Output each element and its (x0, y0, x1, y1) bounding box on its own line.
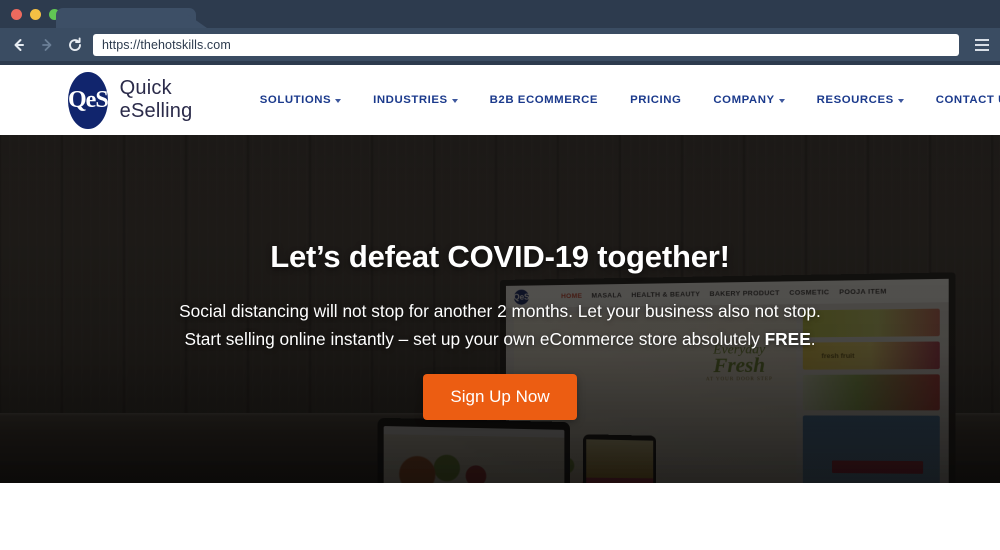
close-window-button[interactable] (11, 9, 22, 20)
chevron-down-icon (451, 99, 458, 103)
hero-section: QeS HOME MASALA HEALTH & BEAUTY BAKERY P… (0, 135, 1000, 483)
browser-titlebar (0, 0, 1000, 28)
nav-label: B2B ECOMMERCE (489, 94, 599, 106)
nav-item-solutions[interactable]: SOLUTIONS (244, 94, 357, 106)
chevron-down-icon (335, 99, 342, 103)
nav-item-contact-us[interactable]: CONTACT US (920, 94, 1000, 106)
main-navigation: SOLUTIONS INDUSTRIES B2B ECOMMERCE PRICI… (244, 94, 1000, 106)
browser-tab[interactable] (56, 8, 196, 28)
nav-label: COMPANY (713, 94, 775, 106)
hero-subtext-line1: Social distancing will not stop for anot… (179, 301, 821, 321)
site-header: QeS Quick eSelling SOLUTIONS INDUSTRIES … (0, 65, 1000, 135)
nav-label: INDUSTRIES (373, 94, 448, 106)
page-below-fold (0, 483, 1000, 550)
nav-item-company[interactable]: COMPANY (697, 94, 800, 106)
hero-subtext-line2-a: Start selling online instantly – set up … (184, 329, 765, 350)
hero-content: Let’s defeat COVID-19 together! Social d… (0, 135, 1000, 421)
reload-icon[interactable] (67, 36, 83, 53)
nav-item-resources[interactable]: RESOURCES (801, 94, 920, 106)
minimize-window-button[interactable] (30, 9, 41, 20)
browser-window: https://thehotskills.com QeS Quick eSell… (0, 0, 1000, 550)
forward-arrow-icon[interactable] (39, 37, 55, 53)
nav-label: SOLUTIONS (259, 94, 332, 106)
logo-mark-icon: QeS (68, 71, 109, 129)
nav-label: CONTACT US (935, 94, 1000, 106)
hero-subtext-free: FREE (764, 329, 811, 350)
nav-label: PRICING (630, 94, 682, 106)
nav-label: RESOURCES (816, 94, 894, 106)
back-arrow-icon[interactable] (11, 37, 27, 53)
navigation-buttons (11, 36, 83, 53)
brand-name: Quick eSelling (119, 77, 193, 122)
web-page: QeS Quick eSelling SOLUTIONS INDUSTRIES … (0, 65, 1000, 550)
window-controls[interactable] (11, 9, 60, 20)
address-bar[interactable]: https://thehotskills.com (93, 33, 959, 56)
nav-item-industries[interactable]: INDUSTRIES (357, 94, 473, 106)
sign-up-now-button[interactable]: Sign Up Now (423, 374, 577, 421)
chevron-down-icon (897, 99, 904, 103)
nav-item-pricing[interactable]: PRICING (614, 94, 697, 106)
hero-subtext: Social distancing will not stop for anot… (0, 297, 1000, 353)
chevron-down-icon (778, 99, 785, 103)
brand-logo[interactable]: QeS Quick eSelling (68, 71, 210, 129)
nav-item-b2b-ecommerce[interactable]: B2B ECOMMERCE (474, 94, 614, 106)
browser-toolbar: https://thehotskills.com (0, 28, 1000, 61)
hamburger-menu-icon[interactable] (971, 38, 989, 51)
hero-headline: Let’s defeat COVID-19 together! (270, 239, 730, 274)
hero-subtext-line2-b: . (810, 329, 816, 350)
url-text: https://thehotskills.com (102, 37, 231, 52)
